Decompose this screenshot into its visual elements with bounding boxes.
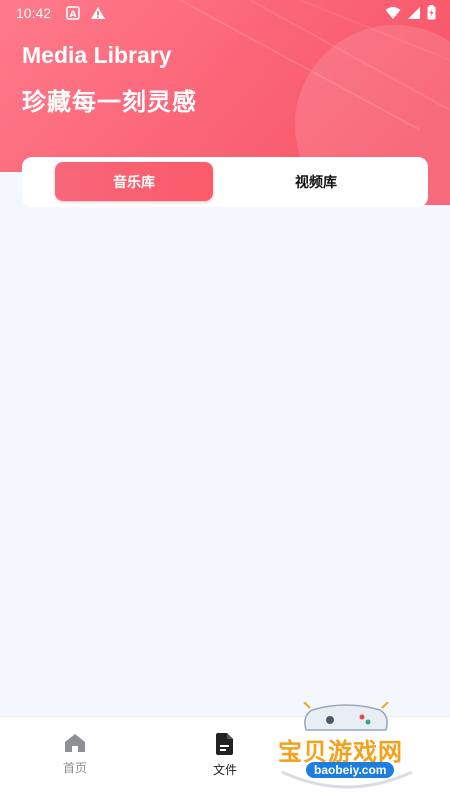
watermark-url: baobeiy.com [306,762,395,778]
nav-label-files: 文件 [212,763,237,777]
watermark: 宝贝游戏网 baobeiy.com [272,702,422,792]
wifi-icon [385,6,401,19]
status-system-icons [385,5,436,20]
home-icon [65,734,85,752]
tab-music-library[interactable]: 音乐库 [55,162,213,201]
screen: 10:42 A Media Library 珍藏每一刻灵感 音乐库 视频库 首页… [0,0,450,800]
cellular-signal-icon [408,6,420,19]
nav-item-files[interactable]: 文件 [185,733,265,778]
status-time: 10:42 [16,5,52,21]
page-title: Media Library [22,42,172,68]
tab-video-library[interactable]: 视频库 [237,162,395,201]
nav-item-home[interactable]: 首页 [35,733,115,776]
warning-icon [91,7,105,19]
library-tabs: 音乐库 视频库 [22,157,428,207]
file-icon [216,733,233,755]
app-notification-icon: A [66,6,80,20]
battery-icon [427,5,436,20]
svg-text:A: A [70,10,77,20]
status-notification-icons: A [66,6,106,20]
nav-label-home: 首页 [62,761,87,775]
page-subtitle: 珍藏每一刻灵感 [22,89,197,116]
status-bar: 10:42 A [0,0,450,26]
